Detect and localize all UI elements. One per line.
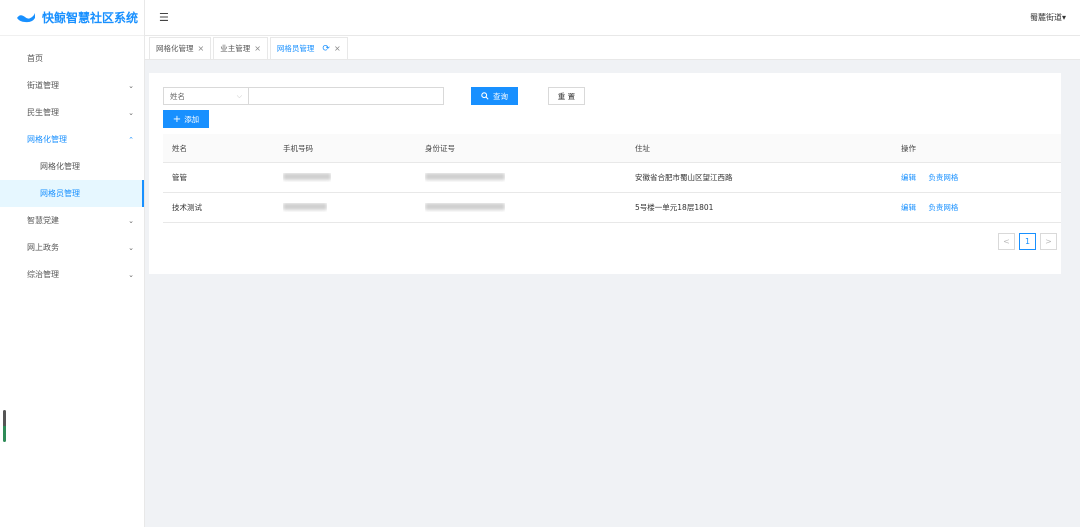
table-header: 姓名 手机号码 身份证号 住址 操作 — [163, 134, 1061, 163]
column-header-id-number: 身份证号 — [425, 143, 455, 153]
chevron-down-icon: ⌄ — [128, 243, 134, 252]
plus-icon: + — [172, 113, 182, 125]
search-input[interactable] — [248, 87, 444, 105]
chevron-down-icon: ⌄ — [128, 216, 134, 225]
sidebar: 快鲸智慧社区系统 首页 街道管理 ⌄ 民生管理 ⌄ 网格化管理 ⌃ 网格化管理 … — [0, 0, 145, 527]
sidebar-item-label: 首页 — [27, 54, 43, 63]
menu-fold-icon[interactable]: ☰ — [159, 11, 169, 24]
sidebar-item-label: 网上政务 — [27, 243, 59, 252]
chevron-down-icon: ⌄ — [128, 108, 134, 117]
sidebar-item-label: 民生管理 — [27, 108, 59, 117]
cell-address: 5号楼一单元18层1801 — [635, 203, 714, 212]
sidebar-item-label: 综治管理 — [27, 270, 59, 279]
assign-grid-link[interactable]: 负责网格 — [928, 203, 958, 212]
sidebar-subitem-grid-management[interactable]: 网格化管理 — [0, 153, 144, 180]
reset-button[interactable]: 重 置 — [548, 87, 585, 105]
table-row: 技术测试 5号楼一单元18层1801 编辑 负责网格 — [163, 193, 1061, 223]
query-button-label: 查询 — [493, 91, 508, 101]
cell-address: 安徽省合肥市蜀山区望江西路 — [635, 173, 733, 182]
close-icon[interactable]: × — [198, 44, 205, 53]
table-row: 管管 安徽省合肥市蜀山区望江西路 编辑 负责网格 — [163, 163, 1061, 193]
edit-link[interactable]: 编辑 — [901, 203, 916, 212]
search-field-select[interactable]: 姓名 ⌵ — [163, 87, 248, 105]
cell-phone-redacted — [283, 173, 331, 182]
sidebar-item-comprehensive-governance[interactable]: 综治管理 ⌄ — [0, 261, 144, 288]
cell-actions: 编辑 负责网格 — [901, 172, 968, 183]
top-header: ☰ 蜀麓街道▾ — [145, 0, 1080, 36]
sidebar-item-label: 街道管理 — [27, 81, 59, 90]
page-1-button[interactable]: 1 — [1019, 233, 1036, 250]
search-bar: 姓名 ⌵ — [163, 87, 444, 105]
tab-owner-management[interactable]: 业主管理 × — [213, 37, 268, 59]
sidebar-item-smart-party[interactable]: 智慧党建 ⌄ — [0, 207, 144, 234]
sidebar-item-label: 智慧党建 — [27, 216, 59, 225]
tab-label: 业主管理 — [220, 44, 251, 53]
column-header-name: 姓名 — [172, 143, 187, 153]
next-page-button[interactable]: > — [1040, 233, 1057, 250]
sidebar-item-label: 网格化管理 — [40, 162, 80, 171]
close-icon[interactable]: × — [254, 44, 261, 53]
column-header-address: 住址 — [635, 143, 650, 153]
user-menu[interactable]: 蜀麓街道▾ — [1030, 12, 1066, 23]
search-icon — [481, 92, 489, 100]
chevron-down-icon: ⌵ — [236, 91, 242, 100]
sidebar-item-livelihood-management[interactable]: 民生管理 ⌄ — [0, 99, 144, 126]
tab-bar: 网格化管理 × 业主管理 × 网格员管理 ⟳ × — [145, 36, 1080, 60]
cell-id-redacted — [425, 173, 505, 182]
add-button[interactable]: + 添加 — [163, 110, 209, 128]
add-button-label: 添加 — [184, 114, 200, 124]
prev-page-button[interactable]: < — [998, 233, 1015, 250]
reset-button-label: 重 置 — [557, 91, 576, 101]
cell-phone-redacted — [283, 203, 327, 212]
assign-grid-link[interactable]: 负责网格 — [928, 173, 958, 182]
whale-logo-icon — [17, 12, 35, 22]
scroll-indicator[interactable] — [3, 410, 6, 442]
content-card: 姓名 ⌵ 查询 重 置 + 添加 姓名 手机号码 身份证号 住址 操作 管管 安… — [149, 73, 1061, 274]
sidebar-item-home[interactable]: 首页 — [0, 45, 144, 72]
tab-label: 网格员管理 — [276, 44, 315, 53]
select-value: 姓名 — [170, 91, 185, 101]
cell-name: 技术测试 — [172, 203, 202, 212]
app-title: 快鲸智慧社区系统 — [42, 11, 139, 25]
pagination: < 1 > — [998, 233, 1057, 250]
sidebar-item-grid-management[interactable]: 网格化管理 ⌃ — [0, 126, 144, 153]
logo[interactable]: 快鲸智慧社区系统 — [0, 0, 144, 36]
cell-id-redacted — [425, 203, 505, 212]
close-icon[interactable]: × — [334, 44, 341, 53]
column-header-actions: 操作 — [901, 143, 916, 153]
sidebar-menu: 首页 街道管理 ⌄ 民生管理 ⌄ 网格化管理 ⌃ 网格化管理 网格员管理 智慧党… — [0, 45, 144, 288]
cell-name: 管管 — [172, 173, 187, 182]
tab-label: 网格化管理 — [156, 44, 194, 53]
sidebar-item-online-government[interactable]: 网上政务 ⌄ — [0, 234, 144, 261]
chevron-down-icon: ⌄ — [128, 81, 134, 90]
sidebar-item-label: 网格化管理 — [27, 135, 67, 144]
query-button[interactable]: 查询 — [471, 87, 518, 105]
refresh-icon[interactable]: ⟳ — [322, 44, 330, 54]
chevron-down-icon: ⌄ — [128, 270, 134, 279]
staff-table: 姓名 手机号码 身份证号 住址 操作 管管 安徽省合肥市蜀山区望江西路 编辑 负… — [163, 134, 1061, 223]
cell-actions: 编辑 负责网格 — [901, 202, 968, 213]
column-header-phone: 手机号码 — [283, 143, 313, 153]
sidebar-subitem-grid-staff-management[interactable]: 网格员管理 — [0, 180, 144, 207]
edit-link[interactable]: 编辑 — [901, 173, 916, 182]
sidebar-item-label: 网格员管理 — [40, 189, 80, 198]
tab-grid-staff-management[interactable]: 网格员管理 ⟳ × — [269, 37, 348, 59]
tab-grid-management[interactable]: 网格化管理 × — [149, 37, 212, 59]
sidebar-item-street-management[interactable]: 街道管理 ⌄ — [0, 72, 144, 99]
chevron-up-icon: ⌃ — [128, 135, 134, 144]
